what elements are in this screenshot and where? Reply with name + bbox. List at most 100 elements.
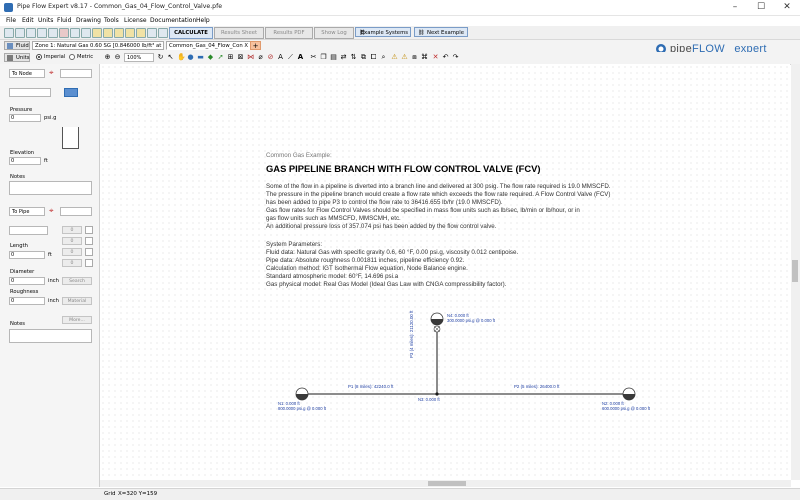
horizontal-scroll-thumb[interactable] (428, 481, 466, 486)
node-type-select[interactable] (9, 88, 51, 97)
fitting-icon[interactable]: ⌀ (257, 54, 264, 61)
settings-icon[interactable] (158, 28, 168, 38)
delete-icon[interactable]: ✕ (432, 54, 439, 61)
cut-icon[interactable]: ✂ (310, 54, 317, 61)
label-icon[interactable]: ⌘ (421, 54, 428, 61)
results-pdf-button[interactable]: Results PDF (265, 27, 313, 39)
undo-icon[interactable]: ↶ (442, 54, 449, 61)
fitting-check-4[interactable] (85, 259, 93, 267)
flip-icon[interactable]: ⇄ (340, 54, 347, 61)
tank-n4[interactable] (430, 312, 444, 326)
add-tank-icon[interactable]: ▬ (197, 54, 204, 61)
pipe-id-field[interactable] (60, 207, 92, 216)
maximize-button[interactable]: ☐ (748, 0, 774, 15)
table-icon[interactable] (103, 28, 113, 38)
ungroup-icon[interactable]: ⧠ (370, 54, 377, 61)
fitting-value-2[interactable]: 0 (62, 237, 82, 245)
menu-edit[interactable]: Edit (22, 17, 34, 24)
add-pipe-icon[interactable]: ➚ (217, 54, 224, 61)
calculator-icon[interactable] (81, 28, 91, 38)
menu-tools[interactable]: Tools (104, 17, 119, 24)
file-tab[interactable]: Common_Gas_04_Flow_Con X (166, 41, 261, 50)
menu-help[interactable]: Help (196, 17, 210, 24)
menu-drawing[interactable]: Drawing (76, 17, 101, 24)
calculate-button[interactable]: CALCULATE (169, 27, 213, 39)
units-button[interactable]: Units (4, 53, 30, 62)
copy-selection-icon[interactable]: ❐ (320, 54, 327, 61)
zoom-select[interactable]: 100% (124, 53, 154, 62)
save-as-icon[interactable] (37, 28, 47, 38)
horizontal-scrollbar[interactable] (100, 480, 791, 487)
length-field[interactable]: 0 (9, 251, 45, 259)
to-pipe-select[interactable]: To Pipe (9, 207, 45, 216)
valve-icon[interactable]: ⋈ (247, 54, 254, 61)
sheet-icon[interactable] (92, 28, 102, 38)
add-demand-icon[interactable]: ◆ (207, 54, 214, 61)
report-icon[interactable] (114, 28, 124, 38)
add-node-icon[interactable]: ● (187, 54, 194, 61)
open-file-icon[interactable] (15, 28, 25, 38)
text-icon[interactable]: A (277, 54, 284, 61)
layers-icon[interactable]: ⧈ (411, 54, 418, 61)
results-sheet-button[interactable]: Results Sheet (214, 27, 264, 39)
save-icon[interactable] (26, 28, 36, 38)
group-icon[interactable]: ⧉ (360, 54, 367, 61)
tank-n1[interactable] (295, 387, 309, 401)
zoom-out-icon[interactable]: ⊖ (114, 54, 121, 61)
node-notes-field[interactable] (9, 181, 92, 195)
pointer-icon[interactable]: ↖ (167, 54, 174, 61)
menu-file[interactable]: File (6, 17, 16, 24)
flow-control-valve-icon[interactable] (433, 325, 441, 333)
junction-n3[interactable] (435, 392, 439, 396)
vertical-scroll-thumb[interactable] (792, 260, 798, 282)
new-tab-icon[interactable]: + (250, 41, 261, 50)
pipe-style-select[interactable] (9, 226, 48, 235)
menu-documentation[interactable]: Documentation (150, 17, 196, 24)
alert-icon[interactable]: ⚠ (401, 54, 408, 61)
pump-icon[interactable]: ⊞ (227, 54, 234, 61)
pan-hand-icon[interactable]: ✋ (177, 54, 186, 61)
pdf-icon[interactable] (59, 28, 69, 38)
crosshair-icon[interactable]: ⌖ (49, 69, 54, 77)
paste-icon[interactable]: ▤ (330, 54, 337, 61)
fitting-value-1[interactable]: 0 (62, 226, 82, 234)
material-button[interactable]: Material (62, 297, 92, 305)
more-button[interactable]: More... (62, 316, 92, 324)
find-icon[interactable]: ⌕ (380, 54, 387, 61)
control-valve-icon[interactable]: ⊘ (267, 54, 274, 61)
menu-fluid[interactable]: Fluid (57, 17, 71, 24)
refresh-icon[interactable]: ↻ (157, 54, 164, 61)
drawing-canvas[interactable]: Common Gas Example: GAS PIPELINE BRANCH … (100, 64, 790, 480)
fitting-check-2[interactable] (85, 237, 93, 245)
diameter-field[interactable]: 0 (9, 277, 45, 285)
fitting-value-4[interactable]: 0 (62, 259, 82, 267)
align-icon[interactable]: ⇅ (350, 54, 357, 61)
warning-icon[interactable]: ⚠ (391, 54, 398, 61)
close-button[interactable]: ✕ (774, 0, 800, 15)
fitting-check-1[interactable] (85, 226, 93, 234)
fluid-button[interactable]: Fluid (4, 41, 30, 50)
fitting-value-3[interactable]: 0 (62, 248, 82, 256)
fluid-zone-select[interactable]: Zone 1: Natural Gas 0.60 SG [0.846000 lb… (32, 41, 164, 50)
search-button[interactable]: Search (62, 277, 92, 285)
example-systems-button[interactable]: ⛓ Example Systems (355, 27, 411, 37)
tank-n2[interactable] (622, 387, 636, 401)
redo-icon[interactable]: ↷ (452, 54, 459, 61)
new-file-icon[interactable] (4, 28, 14, 38)
list-icon[interactable] (136, 28, 146, 38)
grid-icon[interactable] (147, 28, 157, 38)
component-icon[interactable]: ⊠ (237, 54, 244, 61)
fitting-check-3[interactable] (85, 248, 93, 256)
next-example-button[interactable]: ⛓ Next Example (414, 27, 468, 37)
pressure-field[interactable]: 0 (9, 114, 41, 122)
pipe-notes-field[interactable] (9, 329, 92, 343)
bold-text-icon[interactable]: A (297, 54, 304, 61)
show-log-button[interactable]: Show Log (314, 27, 354, 39)
metric-radio[interactable] (69, 54, 75, 60)
to-node-select[interactable]: To Node (9, 69, 45, 78)
elevation-field[interactable]: 0 (9, 157, 41, 165)
menu-license[interactable]: License (124, 17, 147, 24)
node-id-field[interactable] (60, 69, 92, 78)
minimize-button[interactable]: – (722, 0, 748, 15)
pipe-crosshair-icon[interactable]: ⌖ (49, 207, 54, 215)
